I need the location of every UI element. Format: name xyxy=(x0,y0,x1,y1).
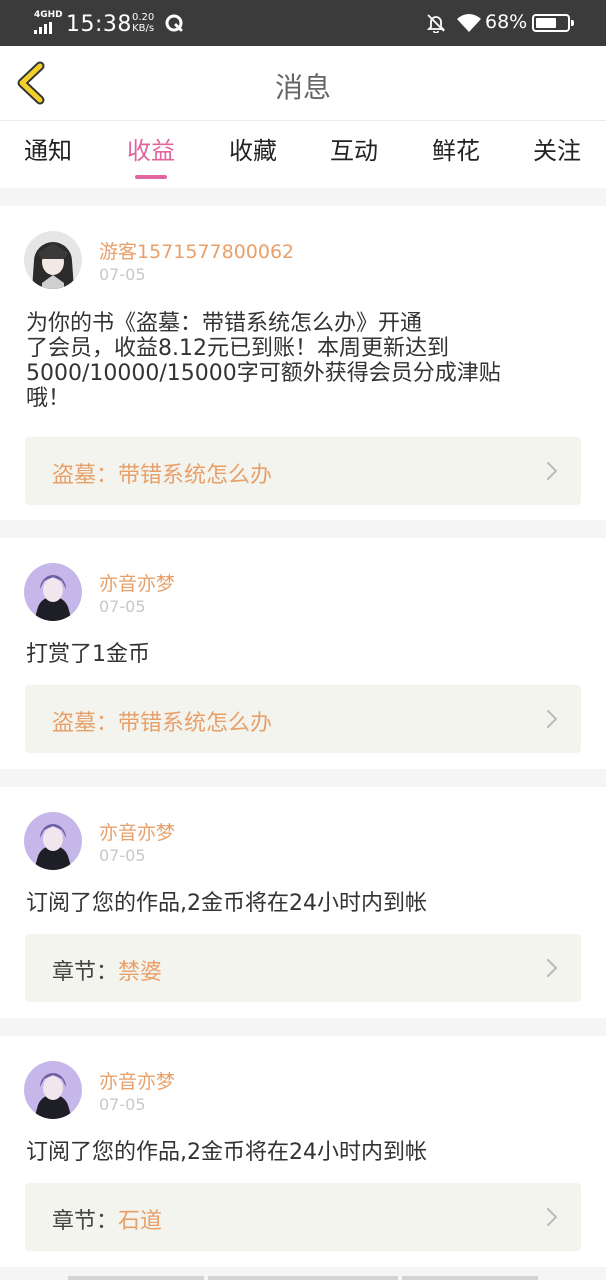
message-line: 为你的书《盗墓：带错系统怎么办》开通 xyxy=(26,311,423,336)
app-q-icon xyxy=(165,14,183,32)
tab-follows[interactable]: 关注 xyxy=(517,131,597,176)
tab-label: 收益 xyxy=(127,137,175,165)
chevron-right-icon xyxy=(546,958,558,978)
message-date: 07-05 xyxy=(99,265,146,284)
message-card: 游客1571577800062 07-05 为你的书《盗墓：带错系统怎么办》开通… xyxy=(0,206,606,520)
tab-label: 关注 xyxy=(533,137,581,165)
message-date: 07-05 xyxy=(99,1095,146,1114)
username[interactable]: 亦音亦梦 xyxy=(99,569,175,596)
message-line: 订阅了您的作品,2金币将在24小时内到帐 xyxy=(26,1140,427,1165)
link-title: 石道 xyxy=(118,1209,163,1234)
scroll-hint xyxy=(402,1276,538,1280)
message-line: 5000/10000/15000字可额外获得会员分成津贴 xyxy=(26,361,501,386)
book-link-text: 盗墓：带错系统怎么办 xyxy=(52,457,272,489)
message-date: 07-05 xyxy=(99,597,146,616)
speed-unit: KB/s xyxy=(132,23,155,34)
network-type: 4GHD xyxy=(34,10,63,20)
book-link[interactable]: 盗墓：带错系统怎么办 xyxy=(25,437,581,505)
book-link-text: 盗墓：带错系统怎么办 xyxy=(52,705,272,737)
wifi-icon xyxy=(457,14,481,32)
link-label: 章节： xyxy=(52,960,119,985)
scroll-hint xyxy=(208,1276,398,1280)
username[interactable]: 亦音亦梦 xyxy=(99,1067,175,1094)
chapter-link[interactable]: 章节：禁婆 xyxy=(25,934,581,1002)
tab-indicator xyxy=(135,175,167,179)
chapter-link-text: 章节：禁婆 xyxy=(52,954,162,986)
link-title: 禁婆 xyxy=(118,960,163,985)
message-text: 为你的书《盗墓：带错系统怎么办》开通 了会员，收益8.12元已到账！本周更新达到… xyxy=(26,311,576,411)
status-bar: 4GHD 15:38 0.20 KB/s 68% xyxy=(0,0,606,46)
tab-label: 收藏 xyxy=(229,137,277,165)
tab-label: 鲜花 xyxy=(432,137,480,165)
avatar-guest-image xyxy=(24,231,82,289)
battery-fill xyxy=(536,18,556,28)
avatar[interactable] xyxy=(24,231,82,289)
bell-off-icon xyxy=(426,14,446,33)
avatar-user-image xyxy=(24,812,82,870)
tab-earnings[interactable]: 收益 xyxy=(111,131,191,179)
tab-bar: 通知 收益 收藏 互动 鲜花 关注 xyxy=(0,121,606,188)
message-card: 亦音亦梦 07-05 订阅了您的作品,2金币将在24小时内到帐 章节：禁婆 xyxy=(0,787,606,1018)
tab-notifications[interactable]: 通知 xyxy=(8,131,88,176)
message-line: 了会员，收益8.12元已到账！本周更新达到 xyxy=(26,336,449,361)
chevron-right-icon xyxy=(546,1207,558,1227)
avatar-user-image xyxy=(24,563,82,621)
avatar[interactable] xyxy=(24,563,82,621)
chevron-right-icon xyxy=(546,709,558,729)
message-text: 订阅了您的作品,2金币将在24小时内到帐 xyxy=(26,1140,576,1165)
link-label: 章节： xyxy=(52,1209,119,1234)
message-text: 订阅了您的作品,2金币将在24小时内到帐 xyxy=(26,891,576,916)
clock: 15:38 xyxy=(66,12,132,37)
message-card: 亦音亦梦 07-05 打赏了1金币 盗墓：带错系统怎么办 xyxy=(0,538,606,769)
message-line: 订阅了您的作品,2金币将在24小时内到帐 xyxy=(26,891,427,916)
battery-percent: 68% xyxy=(485,11,528,33)
chevron-right-icon xyxy=(546,461,558,481)
message-line: 哦！ xyxy=(26,386,71,411)
scroll-hint xyxy=(68,1276,204,1280)
message-line: 打赏了1金币 xyxy=(26,642,150,667)
tab-label: 互动 xyxy=(330,137,378,165)
speed-value: 0.20 xyxy=(132,12,155,23)
username[interactable]: 游客1571577800062 xyxy=(99,237,294,264)
avatar-user-image xyxy=(24,1061,82,1119)
network-speed: 0.20 KB/s xyxy=(132,12,154,34)
message-card: 亦音亦梦 07-05 订阅了您的作品,2金币将在24小时内到帐 章节：石道 xyxy=(0,1036,606,1267)
username[interactable]: 亦音亦梦 xyxy=(99,818,175,845)
avatar[interactable] xyxy=(24,1061,82,1119)
signal-icon xyxy=(34,22,52,34)
message-date: 07-05 xyxy=(99,846,146,865)
chapter-link-text: 章节：石道 xyxy=(52,1203,162,1235)
battery-tip xyxy=(571,20,574,26)
link-title: 盗墓：带错系统怎么办 xyxy=(52,711,273,736)
battery-icon xyxy=(532,14,574,32)
message-text: 打赏了1金币 xyxy=(26,642,576,667)
avatar[interactable] xyxy=(24,812,82,870)
tab-favorites[interactable]: 收藏 xyxy=(213,131,293,176)
tab-interactions[interactable]: 互动 xyxy=(314,131,394,176)
tab-label: 通知 xyxy=(24,137,72,165)
book-link[interactable]: 盗墓：带错系统怎么办 xyxy=(25,685,581,753)
link-title: 盗墓：带错系统怎么办 xyxy=(52,463,273,488)
tab-flowers[interactable]: 鲜花 xyxy=(416,131,496,176)
title-bar: 消息 xyxy=(0,46,606,121)
page-title: 消息 xyxy=(274,71,331,104)
chapter-link[interactable]: 章节：石道 xyxy=(25,1183,581,1251)
